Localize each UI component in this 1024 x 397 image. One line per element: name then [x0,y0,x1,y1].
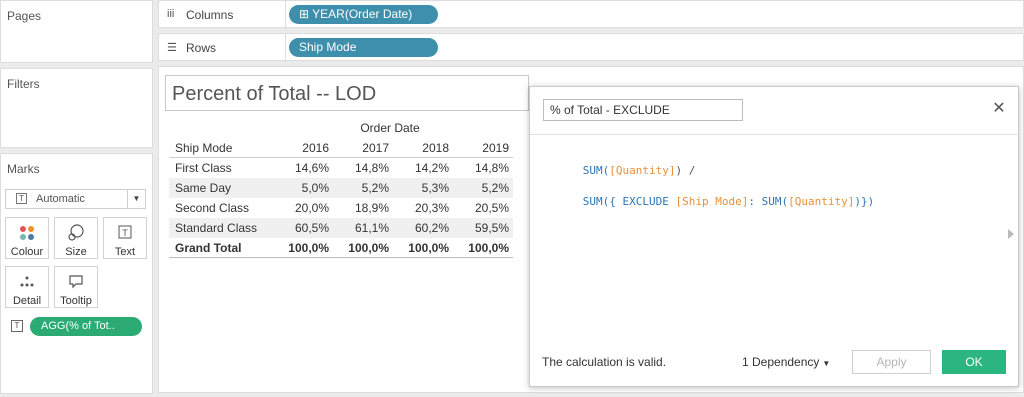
pages-title: Pages [7,9,42,23]
table-row: Standard Class 60,5% 61,1% 60,2% 59,5% [169,218,513,238]
detail-icon [6,272,48,292]
table-cell: 100,0% [468,241,509,255]
formula-token: [Ship Mode] [675,195,749,208]
formula-token: [Quantity] [788,195,855,208]
rows-shelf[interactable]: ☰ Rows Ship Mode [158,33,1024,62]
table-row: First Class 14,6% 14,8% 14,2% 14,8% [169,158,513,178]
dependency-label: 1 Dependency [742,355,820,369]
measure-pill[interactable]: AGG(% of Tot.. [30,317,142,336]
marks-title: Marks [7,162,40,176]
text-icon: T [104,223,146,243]
grand-total-row: Grand Total 100,0% 100,0% 100,0% 100,0% [169,238,513,258]
row-label: Standard Class [175,221,258,235]
filters-card[interactable]: Filters [0,68,153,148]
table-header-row: Ship Mode 2016 2017 2018 2019 [169,138,513,158]
tooltip-icon [55,272,97,292]
table-cell: 5,3% [421,181,449,195]
table-cell: 100,0% [408,241,449,255]
columns-icon: iii [167,8,175,20]
table-cell: 5,2% [361,181,389,195]
table-cell: 20,3% [414,201,449,215]
detail-label: Detail [12,295,42,307]
colour-label: Colour [10,246,44,258]
ship-mode-pill[interactable]: Ship Mode [289,38,438,57]
table-cell: 60,2% [414,221,449,235]
year-header: 2019 [482,141,509,155]
text-mark-icon: T [11,320,23,332]
size-icon [55,223,97,243]
dependency-dropdown[interactable]: 1 Dependency ▼ [742,355,830,369]
svg-text:T: T [122,228,128,238]
year-header: 2018 [422,141,449,155]
filters-title: Filters [7,77,40,91]
columns-shelf[interactable]: iii Columns ⊞ YEAR(Order Date) [158,0,1024,29]
table-cell: 100,0% [288,241,329,255]
table-cell: 14,8% [354,161,389,175]
colour-icon [6,223,48,243]
table-cell: 61,1% [354,221,389,235]
table-row: Same Day 5,0% 5,2% 5,3% 5,2% [169,178,513,198]
text-button[interactable]: T Text [103,217,147,259]
table-cell: 5,2% [481,181,509,195]
view-title: Percent of Total -- LOD [172,83,377,105]
shelf-divider [285,34,286,62]
table-cell: 100,0% [348,241,389,255]
text-label: Text [114,246,136,258]
formula-token: SUM( [582,164,610,177]
formula-token: SUM( [582,195,610,208]
caret-down-icon: ▼ [822,359,831,368]
formula-token: { EXCLUDE [609,195,676,208]
calculation-dialog: % of Total - EXCLUDE ✕ SUM([Quantity]) /… [529,86,1019,387]
formula-token: )}) [854,195,875,208]
table-cell: 59,5% [474,221,509,235]
dialog-divider [530,134,1018,135]
validation-status: The calculation is valid. [542,355,667,369]
table-cell: 18,9% [354,201,389,215]
size-button[interactable]: Size [54,217,98,259]
table-cell: 5,0% [301,181,329,195]
expand-arrow-icon[interactable] [1008,229,1014,239]
grand-total-label: Grand Total [175,241,242,255]
table-cell: 14,2% [414,161,449,175]
formula-token: ) / [675,164,696,177]
table-cell: 14,6% [294,161,329,175]
formula-editor[interactable]: SUM([Quantity]) / SUM({ EXCLUDE [Ship Mo… [543,145,1003,345]
ok-button[interactable]: OK [942,350,1006,374]
formula-line: SUM({ EXCLUDE [Ship Mode]: SUM([Quantity… [543,182,874,221]
size-label: Size [65,246,87,258]
rows-label: Rows [186,41,217,55]
table-row: Second Class 20,0% 18,9% 20,3% 20,5% [169,198,513,218]
text-mark-icon: T [16,193,27,204]
table-cell: 20,5% [474,201,509,215]
tooltip-label: Tooltip [60,295,92,307]
mark-type-label: Automatic [36,193,85,205]
calculation-name-field[interactable]: % of Total - EXCLUDE [543,99,743,121]
apply-button[interactable]: Apply [852,350,931,374]
table-cell: 20,0% [294,201,329,215]
shelf-divider [285,1,286,29]
chevron-down-icon[interactable]: ▼ [127,190,145,208]
year-header: 2016 [302,141,329,155]
row-label: First Class [175,161,232,175]
close-icon[interactable]: ✕ [990,100,1008,118]
view-title-box[interactable]: Percent of Total -- LOD [165,75,529,111]
formula-token: [Quantity] [609,164,676,177]
row-label: Second Class [175,201,250,215]
mark-type-dropdown[interactable]: T Automatic ▼ [5,189,146,209]
row-header: Ship Mode [175,141,233,155]
columns-label: Columns [186,8,234,22]
rows-icon: ☰ [167,42,177,54]
table-cell: 60,5% [294,221,329,235]
year-header: 2017 [362,141,389,155]
detail-button[interactable]: Detail [5,266,49,308]
table-cell: 14,8% [474,161,509,175]
row-label: Same Day [175,181,232,195]
year-order-date-pill[interactable]: ⊞ YEAR(Order Date) [289,5,438,24]
formula-token: : SUM( [748,195,789,208]
tooltip-button[interactable]: Tooltip [54,266,98,308]
colour-button[interactable]: Colour [5,217,49,259]
pages-card: Pages [0,0,153,63]
column-group-header: Order Date [360,121,420,135]
